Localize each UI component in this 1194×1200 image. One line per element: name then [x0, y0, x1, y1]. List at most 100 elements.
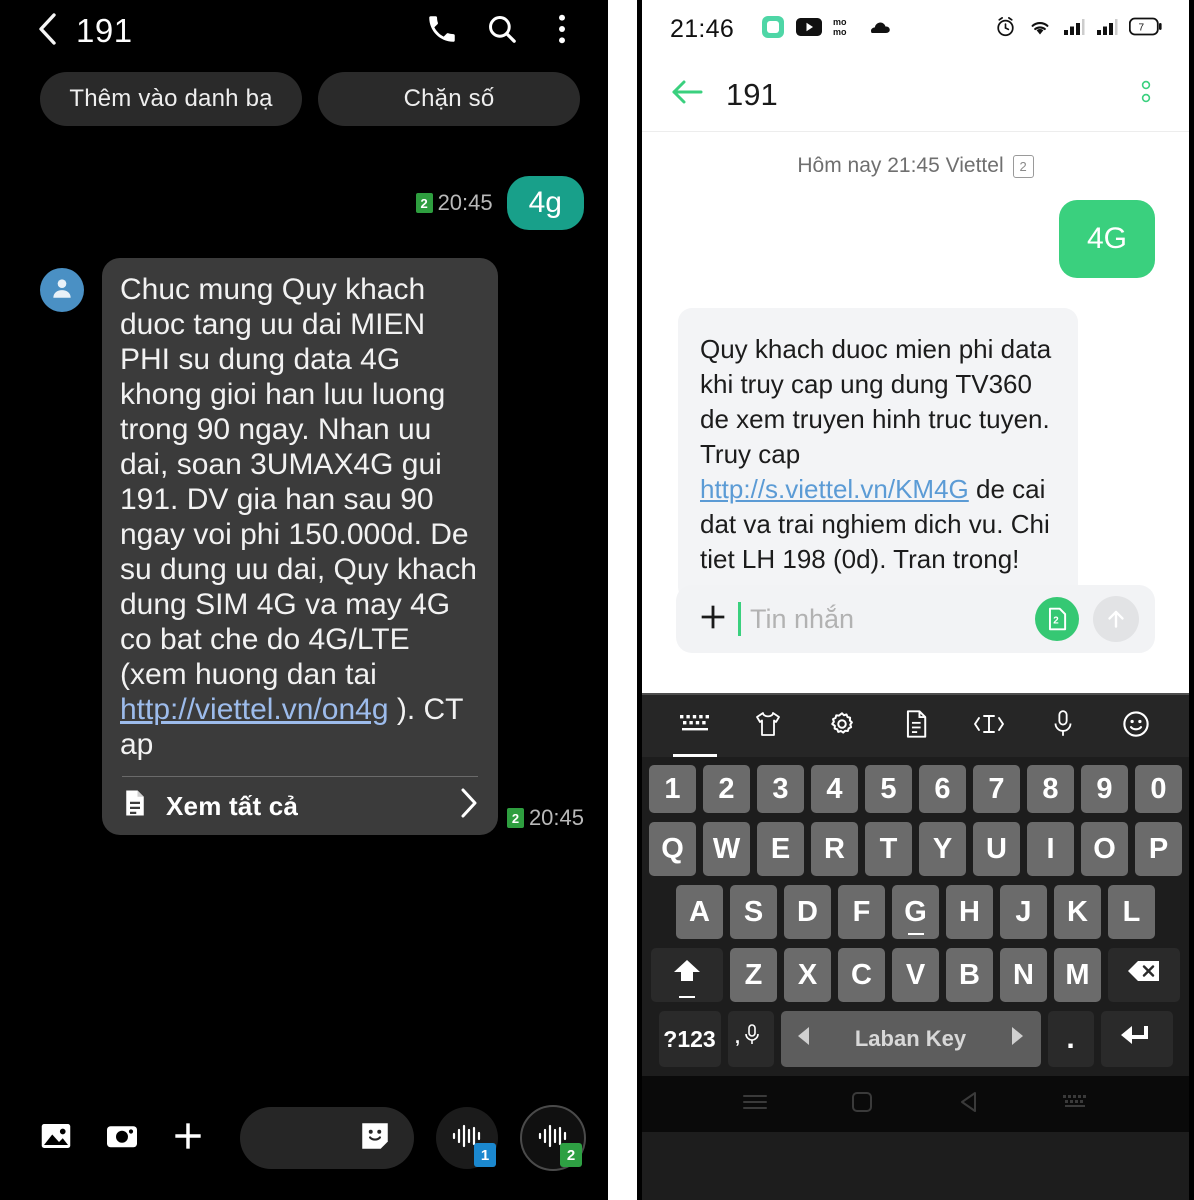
- key-f[interactable]: F: [838, 885, 885, 939]
- key-3[interactable]: 3: [757, 765, 804, 813]
- clipboard-button[interactable]: [879, 695, 953, 757]
- key-n[interactable]: N: [1000, 948, 1047, 1002]
- voice-input-button[interactable]: [1026, 695, 1100, 757]
- enter-key[interactable]: [1100, 1011, 1173, 1067]
- period-key[interactable]: .: [1047, 1011, 1094, 1067]
- youtube-icon: [796, 17, 823, 42]
- space-key[interactable]: Laban Key: [780, 1011, 1041, 1067]
- send-button[interactable]: [1093, 596, 1139, 642]
- key-j[interactable]: J: [1000, 885, 1047, 939]
- dismiss-keyboard-button[interactable]: [1053, 1081, 1099, 1127]
- message-link[interactable]: http://viettel.vn/on4g: [120, 693, 389, 726]
- key-6[interactable]: 6: [919, 765, 966, 813]
- key-q[interactable]: Q: [649, 822, 696, 876]
- cursor-control-button[interactable]: [952, 695, 1026, 757]
- key-l[interactable]: L: [1108, 885, 1155, 939]
- left-conversation-header: 191: [0, 0, 608, 62]
- emoji-icon: [1121, 709, 1151, 744]
- placeholder-text: Tin nhắn: [750, 603, 855, 634]
- home-button[interactable]: [839, 1081, 885, 1127]
- attach-more-button[interactable]: [166, 1116, 210, 1160]
- sim2-badge: 2: [1012, 154, 1034, 178]
- key-p[interactable]: P: [1135, 822, 1182, 876]
- key-c[interactable]: C: [838, 948, 885, 1002]
- key-8[interactable]: 8: [1027, 765, 1074, 813]
- enter-icon: [1118, 1022, 1156, 1056]
- key-5[interactable]: 5: [865, 765, 912, 813]
- message-input[interactable]: [240, 1107, 414, 1169]
- call-button[interactable]: [420, 9, 464, 53]
- space-key-label: Laban Key: [854, 1026, 967, 1051]
- emoji-button[interactable]: [1099, 695, 1173, 757]
- add-to-contacts-button[interactable]: Thêm vào danh bạ: [40, 72, 302, 126]
- key-w[interactable]: W: [703, 822, 750, 876]
- key-1[interactable]: 1: [649, 765, 696, 813]
- view-all-button[interactable]: Xem tất cả: [120, 777, 480, 835]
- backspace-key[interactable]: [1108, 948, 1180, 1002]
- outgoing-message-bubble[interactable]: 4g: [506, 176, 584, 230]
- key-o[interactable]: O: [1081, 822, 1128, 876]
- sim2-badge: 2: [506, 808, 524, 828]
- key-0[interactable]: 0: [1135, 765, 1182, 813]
- key-u[interactable]: U: [973, 822, 1020, 876]
- key-b[interactable]: B: [946, 948, 993, 1002]
- key-e[interactable]: E: [757, 822, 804, 876]
- key-4[interactable]: 4: [811, 765, 858, 813]
- key-d[interactable]: D: [784, 885, 831, 939]
- keyboard-layout-button[interactable]: [658, 695, 732, 757]
- key-h[interactable]: H: [946, 885, 993, 939]
- shift-key[interactable]: [651, 948, 723, 1002]
- send-sim1-button[interactable]: 1: [436, 1107, 498, 1169]
- recents-button[interactable]: [732, 1081, 778, 1127]
- sticker-icon[interactable]: [358, 1119, 392, 1158]
- key-r[interactable]: R: [811, 822, 858, 876]
- camera-button[interactable]: [100, 1116, 144, 1160]
- gear-icon: [827, 709, 857, 744]
- block-number-button[interactable]: Chặn số: [318, 72, 580, 126]
- keyboard-settings-button[interactable]: [805, 695, 879, 757]
- key-t[interactable]: T: [865, 822, 912, 876]
- key-v[interactable]: V: [892, 948, 939, 1002]
- momo-icon: mo mo: [833, 16, 855, 43]
- incoming-message-bubble[interactable]: Chuc mung Quy khach duoc tang uu dai MIE…: [102, 258, 498, 835]
- search-button[interactable]: [480, 9, 524, 53]
- outgoing-message-row: 4G: [642, 178, 1189, 278]
- key-2[interactable]: 2: [703, 765, 750, 813]
- triangle-left-icon[interactable]: [795, 1025, 813, 1053]
- key-m[interactable]: M: [1054, 948, 1101, 1002]
- message-link[interactable]: http://s.viettel.vn/KM4G: [700, 474, 969, 504]
- outgoing-message-bubble[interactable]: 4G: [1058, 200, 1155, 278]
- key-g[interactable]: G: [892, 885, 939, 939]
- message-input[interactable]: Tin nhắn 2: [676, 585, 1155, 653]
- back-button[interactable]: [30, 12, 64, 48]
- incoming-message-bubble[interactable]: Quy khach duoc mien phi data khi truy ca…: [678, 308, 1078, 601]
- triangle-right-icon[interactable]: [1008, 1025, 1026, 1053]
- key-z[interactable]: Z: [730, 948, 777, 1002]
- plus-icon[interactable]: [696, 600, 730, 639]
- more-options-button[interactable]: [1129, 75, 1163, 115]
- gallery-button[interactable]: [34, 1116, 78, 1160]
- quick-action-chips: Thêm vào danh bạ Chặn số: [0, 62, 608, 126]
- key-y[interactable]: Y: [919, 822, 966, 876]
- right-compose-bar: Tin nhắn 2: [642, 585, 1189, 653]
- key-i[interactable]: I: [1027, 822, 1074, 876]
- text-caret: [738, 602, 741, 636]
- more-options-button[interactable]: [540, 9, 584, 53]
- keyboard-theme-button[interactable]: [732, 695, 806, 757]
- comma-mic-icon: ,: [734, 1021, 768, 1057]
- signal-icon: [1063, 17, 1085, 41]
- send-sim2-button[interactable]: 2: [520, 1105, 586, 1171]
- key-a[interactable]: A: [676, 885, 723, 939]
- symbols-key[interactable]: ?123: [658, 1011, 721, 1067]
- key-s[interactable]: S: [730, 885, 777, 939]
- key-x[interactable]: X: [784, 948, 831, 1002]
- on-screen-keyboard: 1 2 3 4 5 6 7 8 9 0 Q W E R T Y U I O P …: [642, 693, 1189, 1200]
- keyboard-row-bottom: Z X C V B N M: [648, 948, 1183, 1002]
- sim-select-button[interactable]: 2: [1035, 597, 1079, 641]
- back-button[interactable]: [946, 1081, 992, 1127]
- key-k[interactable]: K: [1054, 885, 1101, 939]
- key-7[interactable]: 7: [973, 765, 1020, 813]
- back-button[interactable]: [668, 75, 708, 115]
- comma-mic-key[interactable]: ,: [727, 1011, 774, 1067]
- key-9[interactable]: 9: [1081, 765, 1128, 813]
